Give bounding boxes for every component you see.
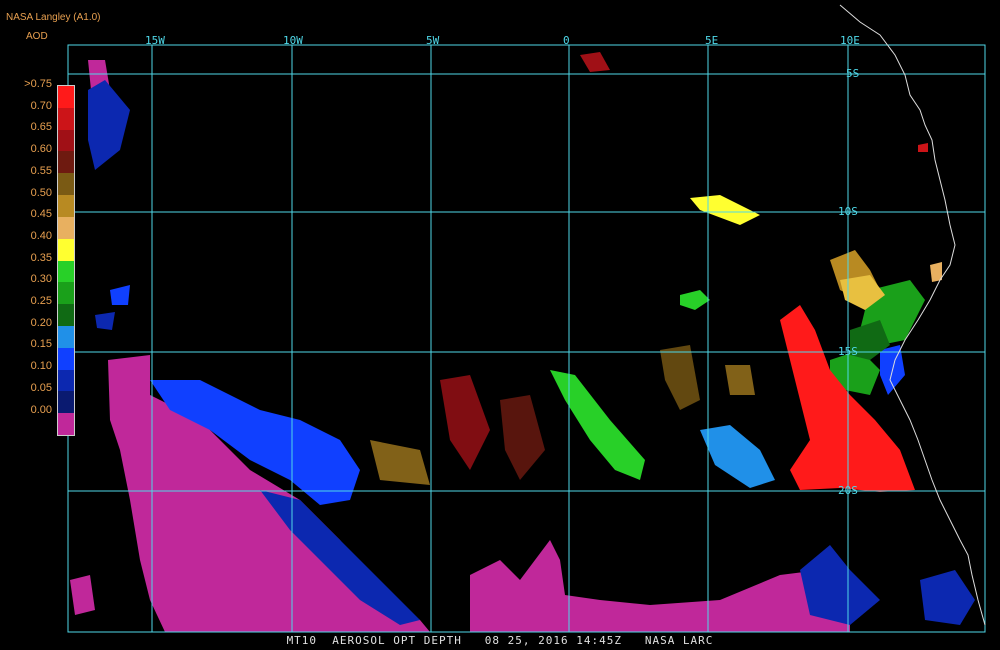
legend-label: 0.65 <box>30 121 52 134</box>
footer-caption: MT10 AEROSOL OPT DEPTH 08 25, 2016 14:45… <box>286 634 714 647</box>
legend-swatch <box>58 304 74 326</box>
product-label: AOD <box>26 31 48 42</box>
lon-label-10w: 10W <box>283 34 303 47</box>
legend-label: >0.75 <box>24 78 52 90</box>
legend-label: 0.20 <box>30 316 52 329</box>
aerosol-fields <box>70 52 975 632</box>
aod-speckle-4 <box>660 345 700 410</box>
legend-swatch <box>58 325 74 348</box>
legend-label: 0.00 <box>30 403 52 416</box>
aod-green-patch <box>680 290 710 310</box>
legend-swatch <box>58 216 74 239</box>
aod-blue-region-se <box>800 545 880 625</box>
legend-label: 0.40 <box>30 229 52 242</box>
legend-label: 0.10 <box>30 360 52 373</box>
lon-label-10e: 10E <box>840 34 860 47</box>
legend-swatch <box>58 86 74 108</box>
aod-red-patch-ne <box>918 143 928 152</box>
aod-blue-patch-3 <box>110 285 130 305</box>
aod-clean-region-far-west <box>70 575 95 615</box>
legend-swatch <box>58 413 74 435</box>
legend-swatch <box>58 369 74 392</box>
legend-label: 0.25 <box>30 295 52 307</box>
lat-label-15s: 15S <box>838 345 858 358</box>
legend-label: 0.60 <box>30 143 52 156</box>
legend-swatch <box>58 195 74 217</box>
lon-label-5w: 5W <box>426 34 440 47</box>
legend-swatch <box>58 107 74 130</box>
aod-red-patch-north <box>580 52 610 72</box>
legend-label: 0.15 <box>30 338 52 351</box>
aod-clean-region-south <box>470 540 850 632</box>
aod-blue-patch-1 <box>700 425 775 488</box>
legend-swatch <box>58 238 74 261</box>
lon-label-15w: 15W <box>145 34 165 47</box>
lat-label-20s: 20S <box>838 484 858 497</box>
legend-swatch <box>58 347 74 370</box>
lon-label-0: 0 <box>563 34 570 47</box>
aod-speckle-2 <box>370 440 430 485</box>
legend-color-bar <box>57 85 75 436</box>
legend-label: 0.55 <box>30 164 52 177</box>
lat-label-10s: 10S <box>838 205 858 218</box>
aod-speckle-5 <box>725 365 755 395</box>
aod-map <box>67 4 986 633</box>
legend-label: 0.05 <box>30 381 52 394</box>
aod-blue-region-far-se <box>920 570 975 625</box>
aod-green-band-1 <box>550 370 645 480</box>
aod-yellow-patch <box>690 195 760 225</box>
source-label: NASA Langley (A1.0) <box>6 12 101 23</box>
legend-label: 0.50 <box>30 186 52 199</box>
aod-speckle-1 <box>440 375 490 470</box>
lon-label-5e: 5E <box>705 34 719 47</box>
aod-speckle-3 <box>500 395 545 480</box>
legend-swatch <box>58 129 74 152</box>
legend-label: 0.70 <box>30 99 52 112</box>
legend-swatch <box>58 173 74 196</box>
legend-label: 0.45 <box>30 208 52 221</box>
aod-blue-patch-4 <box>95 312 115 330</box>
legend-label: 0.35 <box>30 251 52 264</box>
legend-swatch <box>58 151 74 174</box>
aod-blue-region-nw <box>88 80 130 170</box>
legend-label: 0.30 <box>30 273 52 286</box>
lat-label-5s: 5S <box>846 67 860 80</box>
legend-swatch <box>58 282 74 305</box>
legend-swatch <box>58 260 74 283</box>
legend-swatch <box>58 391 74 414</box>
